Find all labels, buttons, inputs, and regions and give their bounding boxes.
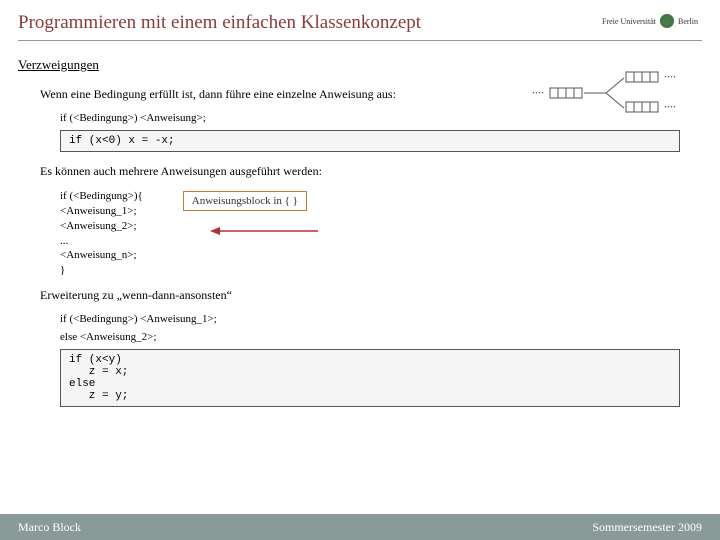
block-l5: <Anweisung_n>; — [60, 248, 143, 263]
logo-text: Freie Universität — [602, 17, 656, 26]
svg-text:····: ···· — [532, 88, 544, 98]
syntax-3b: else <Anweisung_2>; — [60, 331, 702, 343]
annotation-box: Anweisungsblock in { } — [183, 191, 307, 211]
block-l6: } — [60, 263, 143, 278]
page-title: Programmieren mit einem einfachen Klasse… — [18, 12, 702, 41]
code-box-1: if (x<0) x = -x; — [60, 130, 680, 152]
block-l2: <Anweisung_1>; — [60, 204, 143, 219]
code-box-2: if (x<y) z = x; else z = y; — [60, 349, 680, 407]
annotation-arrow-icon — [210, 225, 320, 241]
block-l3: <Anweisung_2>; — [60, 219, 143, 234]
block-syntax: if (<Bedingung>){ <Anweisung_1>; <Anweis… — [60, 189, 143, 278]
footer: Marco Block Sommersemester 2009 — [0, 514, 720, 540]
svg-text:····: ···· — [664, 72, 676, 82]
block-l4: ... — [60, 234, 143, 249]
svg-text:····: ···· — [664, 102, 676, 112]
branch-diagram: ···· ···· ···· — [528, 70, 698, 121]
footer-term: Sommersemester 2009 — [592, 520, 702, 535]
seal-icon — [660, 14, 674, 28]
footer-author: Marco Block — [18, 520, 81, 535]
university-logo: Freie Universität Berlin — [602, 14, 698, 28]
paragraph-2: Es können auch mehrere Anweisungen ausge… — [40, 164, 702, 179]
paragraph-3: Erweiterung zu „wenn-dann-ansonsten“ — [40, 288, 702, 303]
syntax-3a: if (<Bedingung>) <Anweisung_1>; — [60, 313, 702, 325]
logo-city: Berlin — [678, 17, 698, 26]
block-l1: if (<Bedingung>){ — [60, 189, 143, 204]
block-row: if (<Bedingung>){ <Anweisung_1>; <Anweis… — [60, 189, 702, 278]
